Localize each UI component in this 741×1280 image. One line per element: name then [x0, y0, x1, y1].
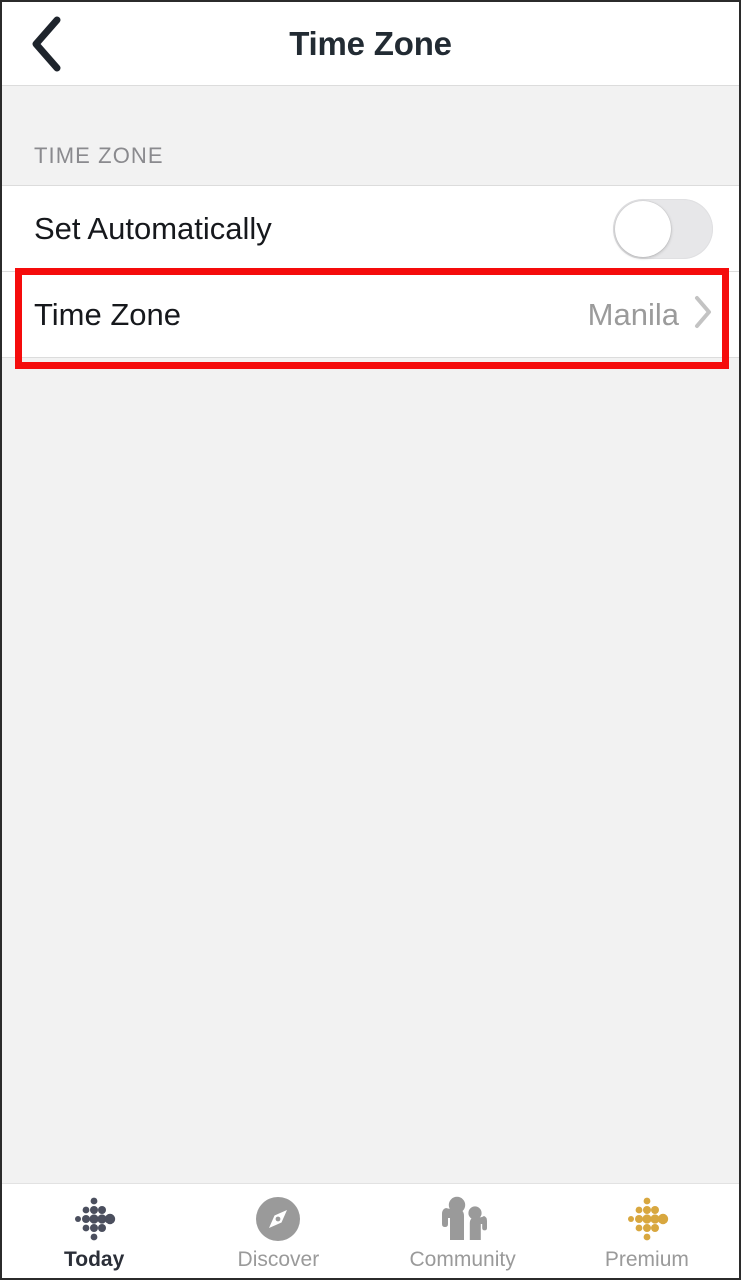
settings-list: Set Automatically Time Zone Manila	[2, 186, 739, 358]
fitbit-dots-gold-icon	[621, 1194, 673, 1244]
back-button[interactable]	[10, 2, 82, 86]
section-header-label: TIME ZONE	[34, 143, 164, 168]
compass-icon	[253, 1194, 303, 1244]
tab-community[interactable]: Community	[371, 1184, 555, 1278]
tab-today[interactable]: Today	[2, 1184, 186, 1278]
row-set-automatically[interactable]: Set Automatically	[2, 186, 739, 272]
row-value-time-zone: Manila	[587, 296, 679, 332]
navigation-bar: Time Zone	[2, 2, 739, 86]
row-label-set-automatically: Set Automatically	[34, 210, 272, 246]
page-title: Time Zone	[289, 24, 452, 62]
row-label-time-zone: Time Zone	[34, 296, 182, 332]
tab-label-discover: Discover	[237, 1248, 320, 1271]
tab-label-premium: Premium	[604, 1248, 689, 1271]
section-header-time-zone: TIME ZONE	[2, 86, 739, 186]
toggle-knob	[615, 200, 671, 257]
tab-label-community: Community	[409, 1248, 516, 1271]
phone-screen: Time Zone TIME ZONE Set Automatically Ti…	[0, 0, 741, 1280]
chevron-right-icon	[693, 295, 713, 334]
bottom-tab-bar: Today Discover Community Premium	[2, 1183, 739, 1278]
tab-discover[interactable]: Discover	[186, 1184, 370, 1278]
empty-space	[2, 358, 739, 1183]
content-area: TIME ZONE Set Automatically Time Zone Ma…	[2, 86, 739, 1183]
fitbit-dots-icon	[68, 1194, 120, 1244]
tab-premium[interactable]: Premium	[555, 1184, 739, 1278]
row-time-zone[interactable]: Time Zone Manila	[2, 272, 739, 358]
people-icon	[436, 1194, 490, 1244]
tab-label-today: Today	[63, 1248, 125, 1271]
chevron-left-icon	[29, 16, 63, 72]
set-automatically-toggle[interactable]	[613, 198, 713, 259]
